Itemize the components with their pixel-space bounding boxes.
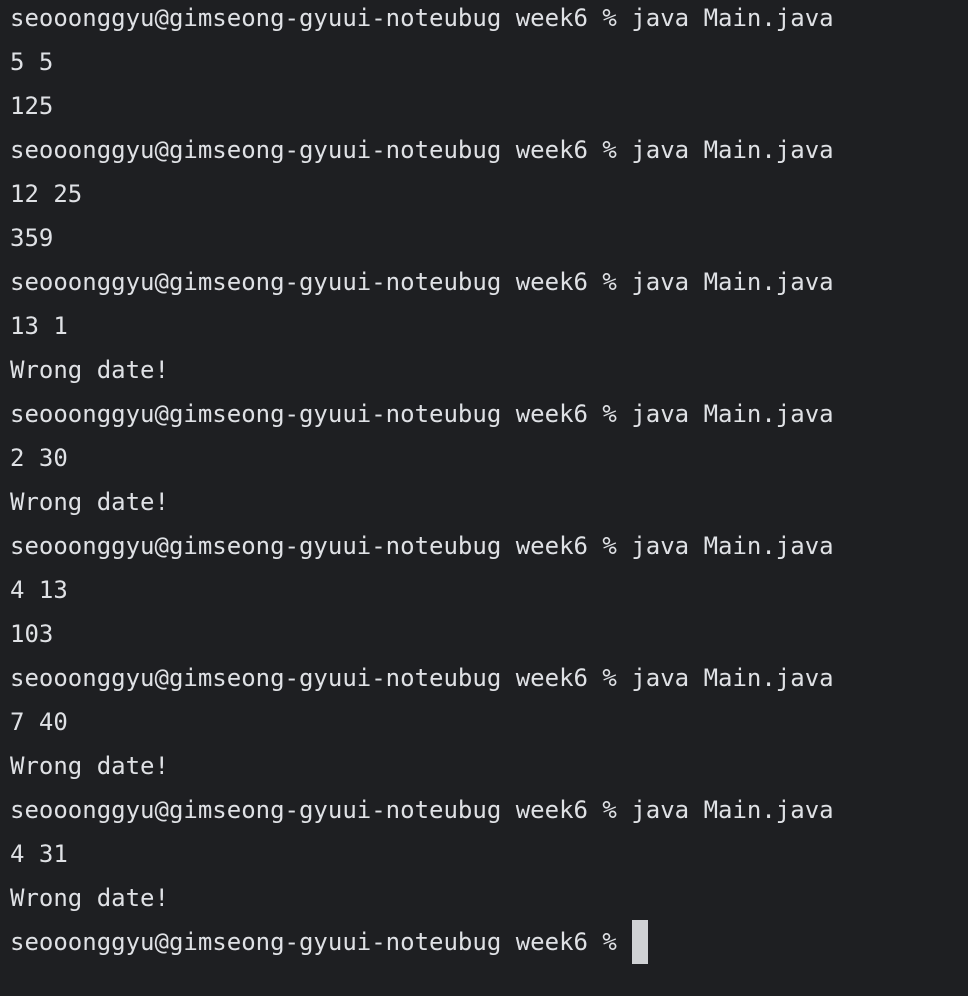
terminal-line: 103 bbox=[10, 620, 54, 648]
terminal-line: Wrong date! bbox=[10, 752, 169, 780]
terminal-prompt-line[interactable]: seooonggyu@gimseong-gyuui-noteubug week6… bbox=[10, 920, 968, 964]
terminal-line: 2 30 bbox=[10, 444, 68, 472]
terminal-line: 4 13 bbox=[10, 576, 68, 604]
terminal-line: 13 1 bbox=[10, 312, 68, 340]
terminal-line: 7 40 bbox=[10, 708, 68, 736]
terminal-line: 125 bbox=[10, 92, 54, 120]
terminal-line: 12 25 bbox=[10, 180, 83, 208]
terminal-line: seooonggyu@gimseong-gyuui-noteubug week6… bbox=[10, 400, 834, 428]
terminal-line: Wrong date! bbox=[10, 884, 169, 912]
terminal-cursor bbox=[631, 920, 648, 964]
terminal-line: 5 5 bbox=[10, 48, 54, 76]
terminal-prompt: seooonggyu@gimseong-gyuui-noteubug week6… bbox=[10, 928, 617, 956]
terminal-line: seooonggyu@gimseong-gyuui-noteubug week6… bbox=[10, 796, 834, 824]
terminal-line: seooonggyu@gimseong-gyuui-noteubug week6… bbox=[10, 664, 834, 692]
terminal-line: seooonggyu@gimseong-gyuui-noteubug week6… bbox=[10, 268, 834, 296]
terminal-line: 359 bbox=[10, 224, 54, 252]
terminal-output[interactable]: seooonggyu@gimseong-gyuui-noteubug week6… bbox=[0, 0, 968, 992]
terminal-line: seooonggyu@gimseong-gyuui-noteubug week6… bbox=[10, 532, 834, 560]
terminal-line: seooonggyu@gimseong-gyuui-noteubug week6… bbox=[10, 136, 834, 164]
terminal-line: seooonggyu@gimseong-gyuui-noteubug week6… bbox=[10, 4, 834, 32]
terminal-line: 4 31 bbox=[10, 840, 68, 868]
terminal-line: Wrong date! bbox=[10, 356, 169, 384]
terminal-line: Wrong date! bbox=[10, 488, 169, 516]
